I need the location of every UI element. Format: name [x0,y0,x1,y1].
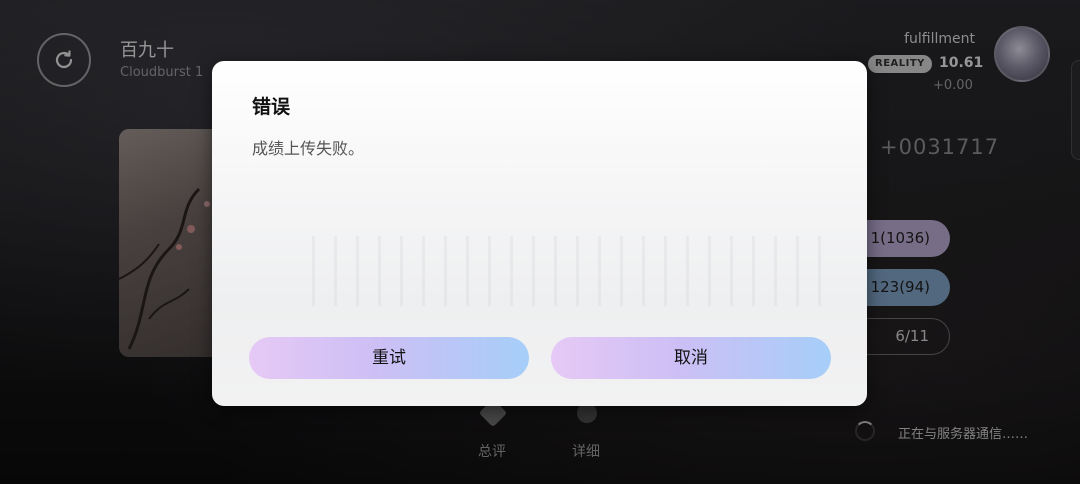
dialog-title: 错误 [252,96,291,118]
retry-button[interactable]: 重试 [249,337,529,379]
dialog-message: 成绩上传失败。 [252,139,365,158]
dialog-background-railing [312,236,827,306]
cancel-button[interactable]: 取消 [551,337,831,379]
error-dialog: 错误 成绩上传失败。 重试 取消 [212,61,867,406]
